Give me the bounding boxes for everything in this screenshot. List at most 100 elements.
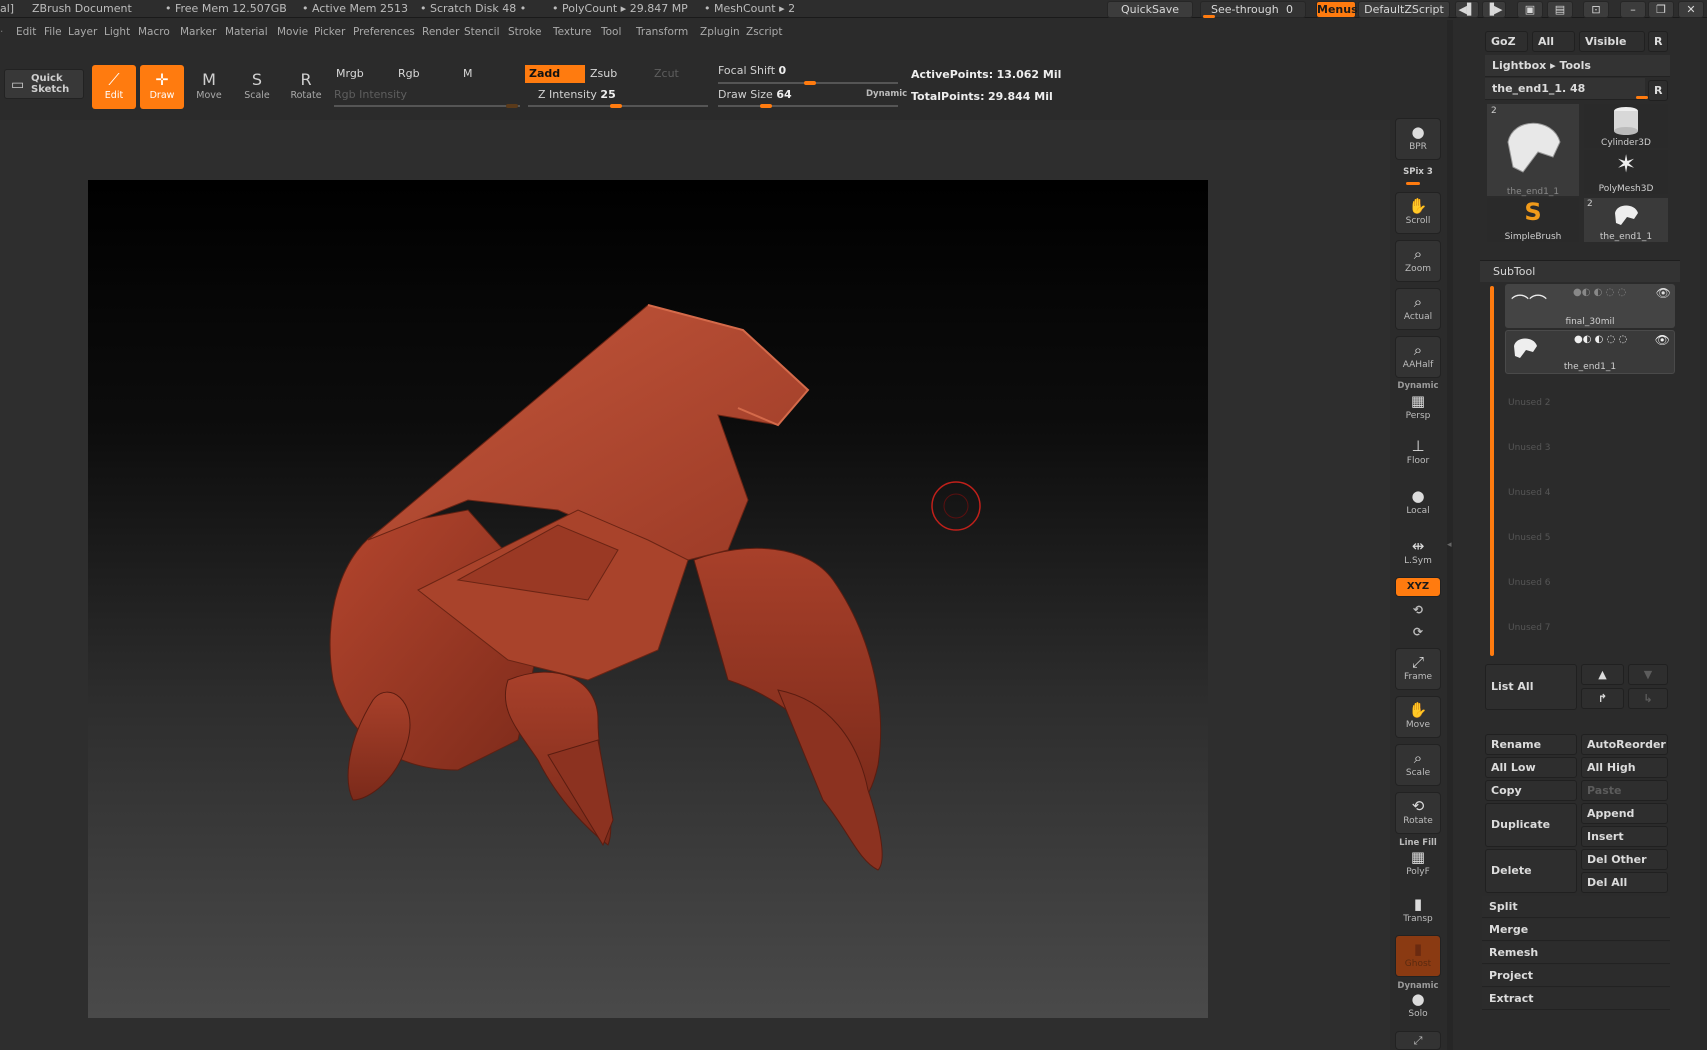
- split-button[interactable]: Split: [1482, 896, 1670, 918]
- persp-button[interactable]: ▦ Persp: [1395, 391, 1441, 427]
- draw-size-track[interactable]: [718, 105, 898, 107]
- tool-slider-knob[interactable]: [1636, 96, 1648, 99]
- draw-button[interactable]: ✛ Draw: [140, 65, 184, 109]
- menu-marker-item[interactable]: Marker: [180, 26, 216, 38]
- tool-the-end1[interactable]: 2 the_end1_1: [1584, 198, 1668, 242]
- local-button[interactable]: ● Local: [1395, 483, 1441, 525]
- duplicate-button[interactable]: Duplicate: [1485, 803, 1577, 847]
- r-button[interactable]: R: [1648, 31, 1668, 52]
- rgb-intensity-track[interactable]: [334, 105, 520, 107]
- move-down-icon[interactable]: ▼: [1628, 664, 1668, 685]
- edit-button[interactable]: ⟋ Edit: [92, 65, 136, 109]
- copy-button[interactable]: Copy: [1485, 780, 1577, 801]
- menu-layer[interactable]: Layer: [68, 26, 97, 38]
- arrow-up-right-icon[interactable]: ↱: [1581, 688, 1624, 709]
- mrgb-button[interactable]: Mrgb: [332, 65, 387, 83]
- rotate-button[interactable]: R Rotate: [284, 65, 328, 109]
- arrow-down-right-icon[interactable]: ↳: [1628, 688, 1668, 709]
- all-low-button[interactable]: All Low: [1485, 757, 1577, 778]
- tool-simplebrush[interactable]: S SimpleBrush: [1487, 198, 1579, 242]
- close-icon[interactable]: ✕: [1678, 1, 1704, 18]
- rotate-z-icon[interactable]: ⟳: [1395, 625, 1441, 639]
- menu-tool[interactable]: Tool: [601, 26, 621, 38]
- layout-icon[interactable]: ▣: [1517, 1, 1543, 18]
- menu-render[interactable]: Render: [422, 26, 459, 38]
- rotate-y-icon[interactable]: ⟲: [1395, 603, 1441, 617]
- solo-button[interactable]: ● Solo: [1395, 989, 1441, 1023]
- quicksave-button[interactable]: QuickSave: [1107, 1, 1193, 18]
- move-up-icon[interactable]: ▲: [1581, 664, 1624, 685]
- restore-icon[interactable]: ❐: [1648, 1, 1674, 18]
- focal-shift-slider[interactable]: Focal Shift 0: [718, 64, 786, 77]
- visible-button[interactable]: Visible: [1579, 31, 1645, 52]
- menu-edit[interactable]: Edit: [16, 26, 36, 38]
- nav-right-icon[interactable]: ▐▶: [1482, 1, 1506, 18]
- zcut-button[interactable]: Zcut: [650, 65, 705, 83]
- delete-button[interactable]: Delete: [1485, 849, 1577, 893]
- frame-button[interactable]: ⤢ Frame: [1395, 648, 1441, 690]
- z-intensity-slider[interactable]: Z Intensity 25: [538, 88, 616, 101]
- subtool-item-the-end1[interactable]: ●◐ ◐ ◌ ◌ 👁 the_end1_1: [1505, 330, 1675, 374]
- autoreorder-button[interactable]: AutoReorder: [1581, 734, 1668, 755]
- move-button[interactable]: M Move: [187, 65, 231, 109]
- subtool-final-toggles[interactable]: ●◐ ◐ ◌ ◌: [1573, 287, 1626, 298]
- menu-stencil[interactable]: Stencil: [464, 26, 500, 38]
- tool-polymesh3d[interactable]: ✶ PolyMesh3D: [1584, 150, 1668, 194]
- panel-divider[interactable]: [1447, 20, 1453, 1050]
- minimize-icon[interactable]: –: [1620, 1, 1646, 18]
- menu-stroke[interactable]: Stroke: [508, 26, 541, 38]
- scroll-button[interactable]: ✋ Scroll: [1395, 192, 1441, 234]
- insert-button[interactable]: Insert: [1581, 826, 1668, 847]
- menu-transform[interactable]: Transform: [636, 26, 688, 38]
- rgb-button[interactable]: Rgb: [394, 65, 449, 83]
- spix-knob[interactable]: [1406, 182, 1420, 185]
- z-intensity-knob[interactable]: [610, 104, 622, 108]
- layout2-icon[interactable]: ▤: [1547, 1, 1573, 18]
- list-all-button[interactable]: List All: [1485, 664, 1577, 710]
- append-button[interactable]: Append: [1581, 803, 1668, 824]
- draw-size-knob[interactable]: [760, 104, 772, 108]
- menu-movie[interactable]: Movie: [277, 26, 308, 38]
- subtool-end1-eye-icon[interactable]: 👁: [1655, 333, 1670, 347]
- bpr-button[interactable]: ● BPR: [1395, 118, 1441, 160]
- nav-left-icon[interactable]: ◀▌: [1455, 1, 1479, 18]
- quick-sketch-button[interactable]: ▭ Quick Sketch: [4, 69, 84, 99]
- paste-button[interactable]: Paste: [1581, 780, 1668, 801]
- floor-button[interactable]: ⊥ Floor: [1395, 433, 1441, 475]
- extract-button[interactable]: Extract: [1482, 988, 1670, 1010]
- subtool-item-final[interactable]: ⌒⌒ ●◐ ◐ ◌ ◌ 👁 final_30mil: [1505, 284, 1675, 328]
- rotate-view-button[interactable]: ⟲ Rotate: [1395, 792, 1441, 834]
- goz-button[interactable]: GoZ: [1485, 31, 1528, 52]
- r2-button[interactable]: R: [1648, 80, 1668, 101]
- menu-texture[interactable]: Texture: [553, 26, 591, 38]
- polyf-button[interactable]: ▦ PolyF: [1395, 847, 1441, 881]
- see-through-slider[interactable]: See-through 0: [1200, 1, 1306, 18]
- m-button[interactable]: M: [459, 65, 514, 83]
- lsym-button[interactable]: ⇹ L.Sym: [1395, 533, 1441, 575]
- spix-slider[interactable]: SPix 3: [1395, 167, 1441, 177]
- menu-file[interactable]: File: [44, 26, 62, 38]
- menu-picker[interactable]: Picker: [314, 26, 345, 38]
- rgb-intensity-knob[interactable]: [506, 104, 518, 108]
- ghost-button[interactable]: ▮ Ghost: [1395, 935, 1441, 977]
- zsub-button[interactable]: Zsub: [586, 65, 641, 83]
- dynamic-toggle[interactable]: Dynamic: [866, 89, 907, 99]
- rgb-intensity-label[interactable]: Rgb Intensity: [334, 88, 407, 101]
- menu-preferences[interactable]: Preferences: [353, 26, 415, 38]
- all-button[interactable]: All: [1532, 31, 1575, 52]
- draw-size-slider[interactable]: Draw Size 64: [718, 88, 792, 101]
- subtool-final-eye-icon[interactable]: 👁: [1656, 286, 1671, 300]
- project-button[interactable]: Project: [1482, 965, 1670, 987]
- menu-zplugin[interactable]: Zplugin: [700, 26, 740, 38]
- del-all-button[interactable]: Del All: [1581, 872, 1668, 893]
- tool-name-slider[interactable]: the_end1_1. 48: [1485, 78, 1645, 100]
- focal-shift-knob[interactable]: [804, 81, 816, 85]
- xyz-button[interactable]: XYZ: [1395, 577, 1441, 597]
- zoom-button[interactable]: ⌕ Zoom: [1395, 240, 1441, 282]
- subtool-end1-toggles[interactable]: ●◐ ◐ ◌ ◌: [1574, 334, 1627, 345]
- menu-macro[interactable]: Macro: [138, 26, 170, 38]
- zadd-button[interactable]: Zadd: [525, 65, 585, 83]
- all-high-button[interactable]: All High: [1581, 757, 1668, 778]
- move-view-button[interactable]: ✋ Move: [1395, 696, 1441, 738]
- del-other-button[interactable]: Del Other: [1581, 849, 1668, 870]
